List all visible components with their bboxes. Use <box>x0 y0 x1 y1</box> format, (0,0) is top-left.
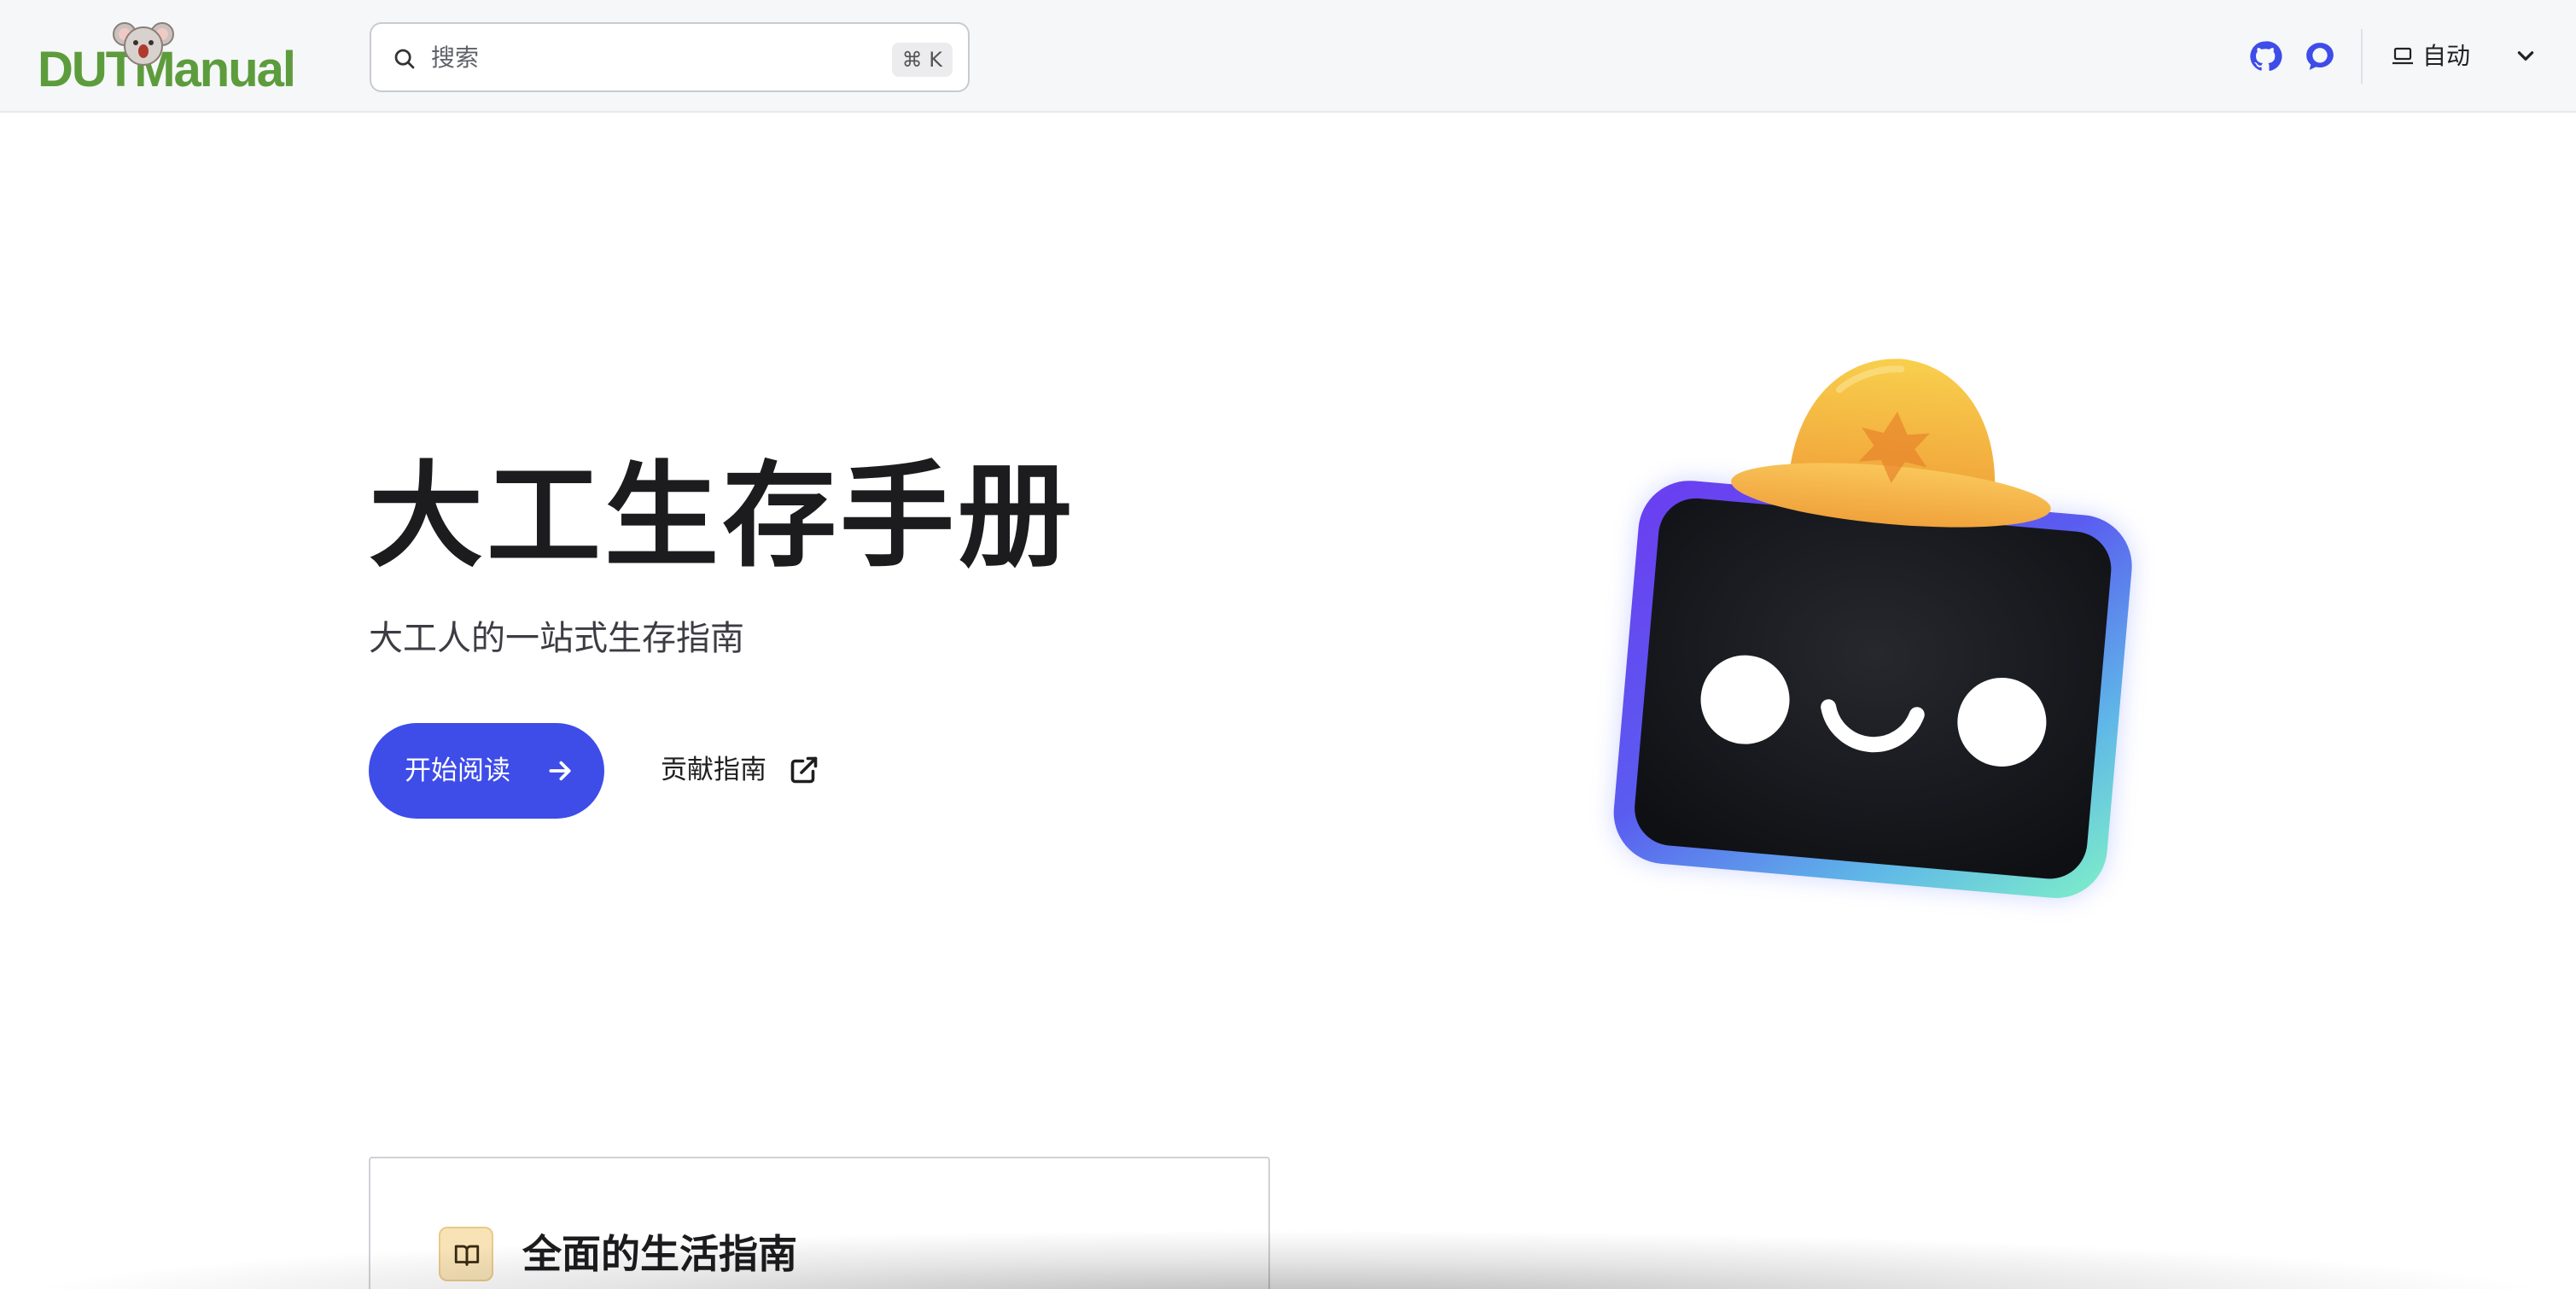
contribute-guide-link[interactable]: 贡献指南 <box>661 743 831 799</box>
feature-icon-box <box>439 1227 493 1281</box>
external-link-icon <box>790 756 818 784</box>
discord-icon[interactable] <box>2303 39 2337 73</box>
search-shortcut-badge: ⌘ K <box>891 43 953 77</box>
search-box[interactable]: 搜索 ⌘ K <box>370 22 970 92</box>
hero-title: 大工生存手册 <box>369 450 1076 583</box>
koala-icon <box>113 22 174 66</box>
top-navbar: DUTManual 搜索 ⌘ K 自动 <box>0 0 2576 113</box>
github-icon[interactable] <box>2248 39 2282 73</box>
mascot-illustration <box>1613 359 2132 899</box>
page: DUTManual 搜索 ⌘ K 自动 大工生存手册 大工人的一站式生存指南 开… <box>0 0 2576 1289</box>
arrow-right-icon <box>549 761 571 781</box>
book-icon <box>454 1245 480 1266</box>
contribute-guide-label: 贡献指南 <box>661 755 766 785</box>
search-placeholder: 搜索 <box>431 44 480 72</box>
theme-switch-label: 自动 <box>2422 42 2471 70</box>
start-reading-label: 开始阅读 <box>405 755 510 786</box>
theme-switch[interactable]: 自动 <box>2387 34 2549 79</box>
nav-divider <box>2361 29 2363 84</box>
chevron-down-icon <box>2517 51 2534 61</box>
hero-subtitle: 大工人的一站式生存指南 <box>369 619 744 658</box>
search-icon <box>394 49 415 69</box>
feature-card: 全面的生活指南 <box>369 1157 1270 1289</box>
feature-card-title: 全面的生活指南 <box>522 1231 797 1277</box>
start-reading-button[interactable]: 开始阅读 <box>369 723 604 819</box>
site-logo[interactable]: DUTManual <box>38 17 319 99</box>
laptop-icon <box>2392 47 2413 65</box>
